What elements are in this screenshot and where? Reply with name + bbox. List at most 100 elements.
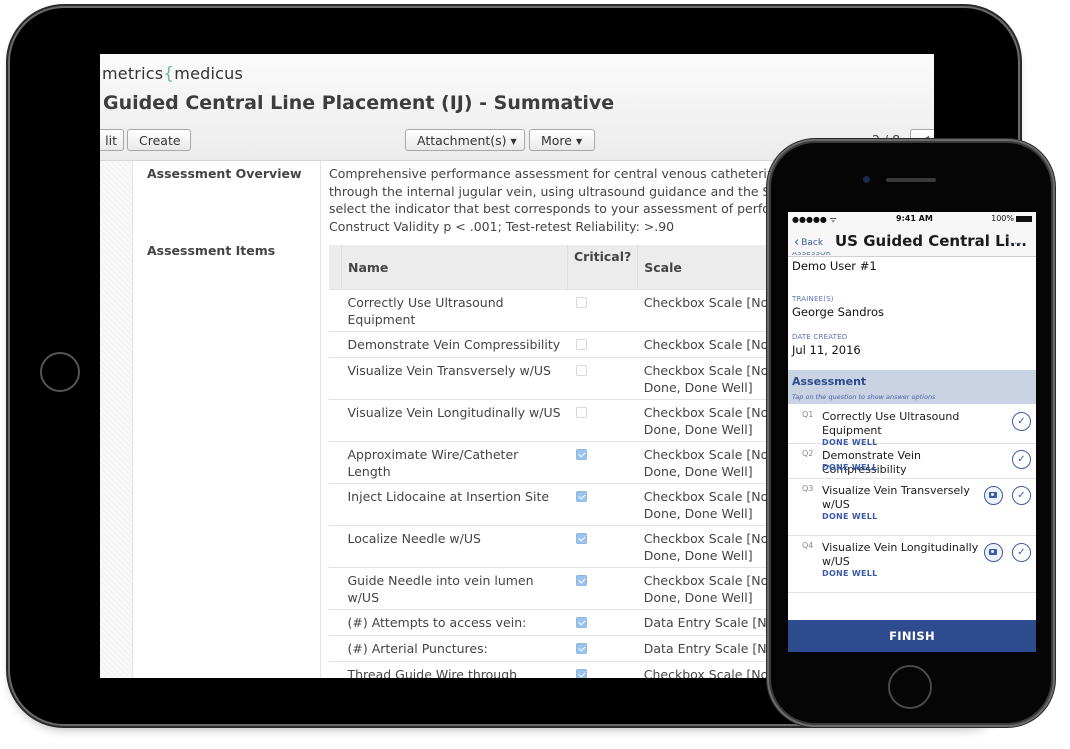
row-handle: [329, 609, 342, 636]
critical-checkbox[interactable]: [575, 617, 587, 628]
question-item[interactable]: Q2 Demonstrate Vein Compressibility DONE W…: [788, 443, 1036, 479]
checkmark-circle-icon[interactable]: ✓: [1012, 412, 1031, 431]
question-text: Visualize Vein Transversely w/US: [822, 484, 970, 511]
critical-checkbox[interactable]: [575, 533, 587, 544]
more-options-icon[interactable]: ...: [1010, 234, 1024, 247]
chevron-left-icon: ‹: [794, 235, 800, 250]
item-name: Demonstrate Vein Compressibility: [341, 331, 568, 358]
critical-cell: [567, 661, 638, 678]
critical-checkbox[interactable]: [575, 449, 587, 460]
row-handle: [329, 399, 342, 442]
row-handle: [329, 331, 342, 358]
row-handle: [329, 357, 342, 400]
item-name: Inject Lidocaine at Insertion Site: [341, 483, 568, 526]
critical-cell: [567, 525, 638, 568]
status-time: 9:41 AM: [896, 214, 933, 223]
critical-cell: [567, 441, 638, 484]
critical-checkbox[interactable]: [575, 491, 587, 502]
row-handle: [329, 441, 342, 484]
trainees-field: Trainee(s) George Sandros: [792, 295, 884, 319]
critical-cell: [567, 483, 638, 526]
more-dropdown[interactable]: More ▼: [529, 129, 595, 151]
page-title: Guided Central Line Placement (IJ) - Sum…: [103, 92, 615, 114]
column-header-critical[interactable]: Critical?: [566, 245, 638, 290]
row-handle-header: [329, 245, 342, 290]
answer-status: DONE WELL: [822, 463, 878, 472]
answer-status: DONE WELL: [822, 512, 878, 521]
critical-checkbox[interactable]: [575, 365, 587, 376]
row-handle: [329, 635, 342, 662]
row-handle: [329, 567, 342, 610]
question-number: Q1: [802, 410, 814, 419]
question-number: Q2: [802, 449, 814, 458]
trainees-value: George Sandros: [792, 305, 885, 319]
logo-text-right: medicus: [174, 64, 244, 83]
caret-down-icon: ▼: [576, 137, 583, 146]
edit-button[interactable]: lit: [100, 129, 124, 151]
item-name: (#) Arterial Punctures:: [341, 635, 568, 662]
date-created-value: Jul 11, 2016: [792, 343, 861, 357]
question-number: Q3: [802, 484, 814, 493]
nav-title: US Guided Central Li...: [835, 232, 1027, 250]
camera-icon[interactable]: [984, 543, 1003, 562]
logo-text-left: metrics: [102, 64, 164, 83]
question-item[interactable]: Q4 Visualize Vein Longitudinally w/US DONE…: [788, 535, 1036, 593]
back-label: Back: [801, 238, 824, 248]
question-text: Correctly Use Ultrasound Equipment: [822, 410, 960, 437]
critical-checkbox[interactable]: [575, 339, 587, 350]
critical-cell: [567, 609, 638, 636]
field-label-column: Assessment Overview Assessment Items: [133, 161, 321, 678]
checkmark-circle-icon[interactable]: ✓: [1012, 486, 1031, 505]
assessment-items-label: Assessment Items: [147, 243, 276, 258]
phone-screen: ●●●●● ᯤ 9:41 AM 100% ‹ Back US Guided Cen…: [788, 212, 1036, 652]
camera-icon[interactable]: [984, 486, 1003, 505]
more-label: More: [541, 133, 572, 148]
attachments-dropdown[interactable]: Attachment(s) ▼: [405, 129, 525, 151]
critical-cell: [567, 357, 638, 400]
earpiece-speaker: [886, 178, 936, 182]
question-number: Q4: [802, 541, 814, 550]
item-name: Guide Needle into vein lumen w/US: [341, 567, 568, 610]
question-item[interactable]: Q3 Visualize Vein Transversely w/US DONE W…: [788, 478, 1036, 536]
assessment-hint: Tap on the question to show answer optio…: [792, 393, 936, 401]
critical-cell: [567, 399, 638, 442]
attachments-label: Attachment(s): [417, 133, 507, 148]
status-bar: ●●●●● ᯤ 9:41 AM 100%: [788, 212, 1036, 226]
back-button[interactable]: ‹ Back: [794, 235, 823, 250]
create-button[interactable]: Create: [127, 129, 191, 151]
answer-status: DONE WELL: [822, 569, 878, 578]
item-name: Approximate Wire/Catheter Length: [341, 441, 568, 484]
column-header-name[interactable]: Name: [341, 245, 568, 290]
item-name: Localize Needle w/US: [341, 525, 568, 568]
question-text: Visualize Vein Longitudinally w/US: [822, 541, 979, 568]
critical-checkbox[interactable]: [575, 297, 587, 308]
assessor-value: Demo User #1: [792, 259, 877, 273]
tablet-home-button: [40, 352, 80, 392]
critical-checkbox[interactable]: [575, 643, 587, 654]
checkmark-circle-icon[interactable]: ✓: [1012, 543, 1031, 562]
assessor-label: Assessor: [792, 252, 831, 257]
critical-checkbox[interactable]: [575, 575, 587, 586]
checkmark-circle-icon[interactable]: ✓: [1012, 450, 1031, 469]
critical-checkbox[interactable]: [575, 407, 587, 418]
assessment-section-header: Assessment Tap on the question to show a…: [788, 370, 1036, 404]
dna-helix-icon: {: [163, 64, 175, 84]
front-camera: [863, 176, 870, 183]
assessment-overview-label: Assessment Overview: [147, 166, 302, 181]
critical-cell: [567, 567, 638, 610]
date-created-label: Date Created: [792, 333, 848, 341]
item-name: Visualize Vein Longitudinally w/US: [341, 399, 568, 442]
battery-percent: 100%: [991, 214, 1014, 223]
item-name: Visualize Vein Transversely w/US: [341, 357, 568, 400]
question-item[interactable]: Q1 Correctly Use Ultrasound Equipment DONE…: [788, 404, 1036, 447]
critical-cell: [567, 331, 638, 358]
app-logo[interactable]: metrics{medicus: [102, 64, 243, 84]
finish-button[interactable]: FINISH: [788, 620, 1036, 652]
critical-checkbox[interactable]: [575, 669, 587, 678]
assessment-title: Assessment: [792, 375, 867, 388]
row-handle: [329, 483, 342, 526]
item-name: (#) Attempts to access vein:: [341, 609, 568, 636]
caret-down-icon: ▼: [510, 137, 517, 146]
assessor-field: Assessor Demo User #1: [792, 252, 877, 273]
row-handle: [329, 289, 342, 332]
